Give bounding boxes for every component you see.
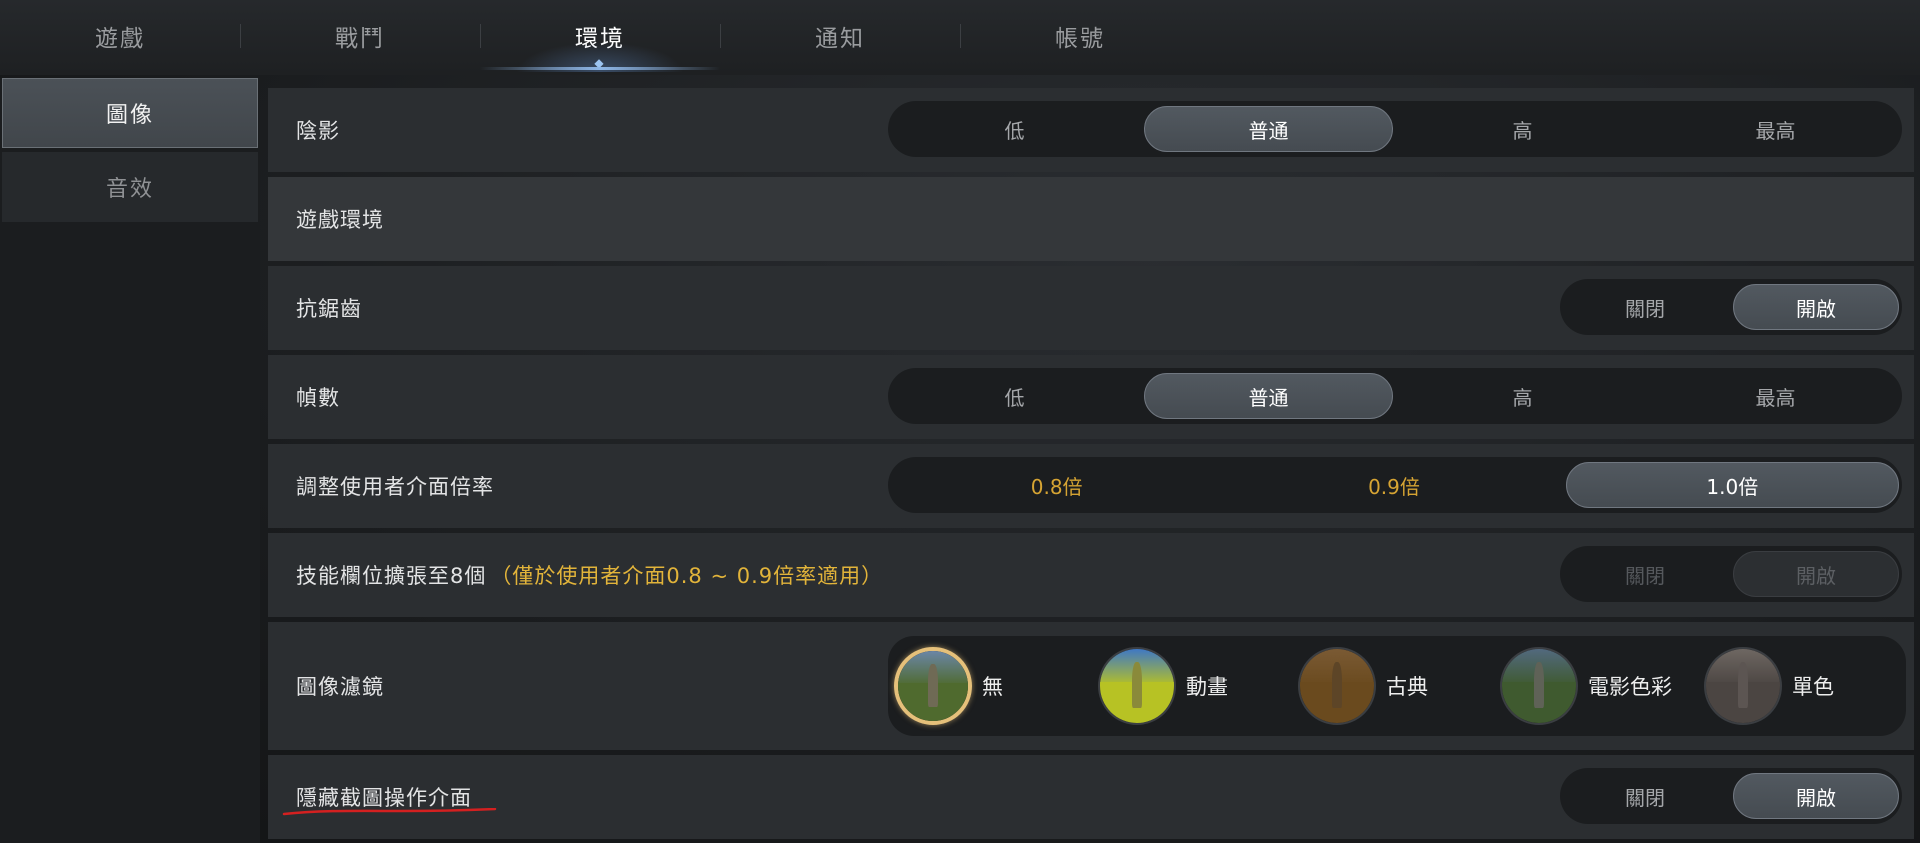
setting-row-antialias: 抗鋸齒 關閉 開啟 [268,266,1914,350]
tab-account[interactable]: 帳號 [960,0,1200,72]
setting-row-image-filter: 圖像濾鏡 無 動畫 古典 電影色彩 單色 [268,622,1914,750]
setting-label: 技能欄位擴張至8個 （僅於使用者介面0.8 ~ 0.9倍率適用） [296,533,883,617]
ui-scale-selector: 0.8倍 0.9倍 1.0倍 [888,457,1902,513]
filter-label: 古典 [1386,675,1428,699]
filter-label: 動畫 [1186,675,1228,699]
sidebar: 圖像 音效 [0,78,260,843]
framerate-selector: 低 普通 高 最高 [888,368,1902,424]
option-scale-0-8[interactable]: 0.8倍 [891,462,1222,508]
setting-label: 幀數 [296,386,340,410]
section-title: 遊戲環境 [296,208,384,232]
setting-row-hide-screenshot-ui: 隱藏截圖操作介面 關閉 開啟 [268,755,1914,839]
tab-combat[interactable]: 戰鬥 [240,0,480,72]
option-normal[interactable]: 普通 [1144,373,1393,419]
active-tab-ornament-icon: ◆ [594,56,606,70]
option-on[interactable]: 開啟 [1733,284,1899,330]
option-scale-0-9[interactable]: 0.9倍 [1228,462,1559,508]
option-off: 關閉 [1625,563,1665,588]
section-header-game-environment: 遊戲環境 [268,177,1914,261]
setting-label: 隱藏截圖操作介面 [296,786,472,810]
setting-label: 陰影 [296,119,340,143]
filter-option-cinematic[interactable]: 電影色彩 [1500,644,1672,728]
option-off[interactable]: 關閉 [1563,284,1727,330]
tab-game[interactable]: 遊戲 [0,0,240,72]
setting-note: （僅於使用者介面0.8 ~ 0.9倍率適用） [490,564,884,588]
option-low[interactable]: 低 [891,106,1138,152]
sidebar-item-graphics[interactable]: 圖像 [2,78,258,148]
filter-thumbnail [1098,647,1176,725]
option-scale-1-0[interactable]: 1.0倍 [1565,462,1899,508]
thumbnail-standing-stone [1737,662,1749,709]
option-on: 開啟 [1733,551,1899,597]
option-highest[interactable]: 最高 [1652,373,1899,419]
tab-notification[interactable]: 通知 [720,0,960,72]
filter-thumbnail [1704,647,1782,725]
setting-row-shadow: 陰影 低 普通 高 最高 [268,88,1914,172]
image-filter-selector: 無 動畫 古典 電影色彩 單色 [888,636,1906,736]
thumbnail-standing-stone [928,663,938,707]
settings-panel: 陰影 低 普通 高 最高 遊戲環境 抗鋸齒 關閉 開啟 幀數 低 普通 高 最高… [268,84,1920,843]
filter-thumbnail [1500,647,1578,725]
filter-label: 電影色彩 [1588,675,1672,699]
option-low[interactable]: 低 [891,373,1138,419]
setting-row-skill-slots: 技能欄位擴張至8個 （僅於使用者介面0.8 ~ 0.9倍率適用） 關閉 開啟 [268,533,1914,617]
filter-option-animation[interactable]: 動畫 [1098,644,1228,728]
filter-option-classic[interactable]: 古典 [1298,644,1428,728]
tab-environment[interactable]: 環境 ◆ [480,0,720,72]
filter-label: 無 [982,675,1003,699]
filter-thumbnail [1298,647,1376,725]
option-off[interactable]: 關閉 [1563,773,1727,819]
setting-row-framerate: 幀數 低 普通 高 最高 [268,355,1914,439]
sidebar-item-sound[interactable]: 音效 [2,152,258,222]
thumbnail-standing-stone [1331,662,1343,709]
option-high[interactable]: 高 [1399,373,1646,419]
option-high[interactable]: 高 [1399,106,1646,152]
filter-thumbnail [894,647,972,725]
setting-label: 調整使用者介面倍率 [296,475,494,499]
setting-label: 圖像濾鏡 [296,675,384,699]
filter-label: 單色 [1792,675,1834,699]
thumbnail-standing-stone [1131,662,1143,709]
option-normal[interactable]: 普通 [1144,106,1393,152]
thumbnail-standing-stone [1533,662,1545,709]
setting-row-ui-scale: 調整使用者介面倍率 0.8倍 0.9倍 1.0倍 [268,444,1914,528]
skill-slots-toggle: 關閉 開啟 [1560,546,1902,602]
settings-window: 遊戲 戰鬥 環境 ◆ 通知 帳號 圖像 音效 陰影 低 普通 高 最高 遊戲環境… [0,0,1920,843]
filter-option-none[interactable]: 無 [894,644,1003,728]
option-on[interactable]: 開啟 [1733,773,1899,819]
top-tab-bar: 遊戲 戰鬥 環境 ◆ 通知 帳號 [0,0,1920,75]
setting-label-text: 技能欄位擴張至8個 [296,564,487,588]
hide-screenshot-ui-toggle: 關閉 開啟 [1560,768,1902,824]
antialias-toggle: 關閉 開啟 [1560,279,1902,335]
filter-option-monochrome[interactable]: 單色 [1704,644,1834,728]
shadow-quality-selector: 低 普通 高 最高 [888,101,1902,157]
option-highest[interactable]: 最高 [1652,106,1899,152]
setting-label: 抗鋸齒 [296,297,362,321]
tab-environment-label: 環境 [575,26,625,52]
